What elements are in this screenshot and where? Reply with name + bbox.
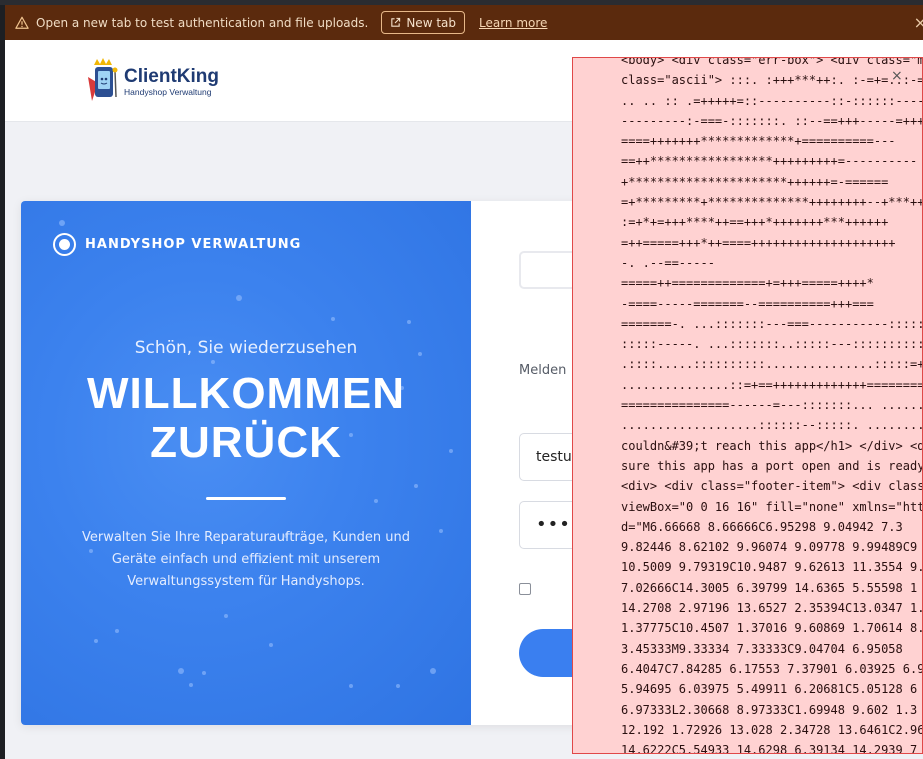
learn-more-link[interactable]: Learn more [479,16,547,30]
overlay-line: =+*********+**************++++++++--+***… [621,195,923,210]
welcome-line-2: ZURÜCK [150,418,342,467]
error-source-overlay: <body> <div class="err-box"> <div class=… [572,57,923,754]
banner-close-icon[interactable]: × [914,13,923,32]
overlay-line: sure this app has a port open and is rea… [621,458,923,473]
radio-logo-icon [53,233,76,256]
overlay-line: class="ascii"> :::. :+++***++:. :-=+=..:… [621,73,923,88]
welcome-line-1: WILLKOMMEN [87,369,405,418]
overlay-line: ---------:-===-:::::::. ::--==+++-----=+… [621,113,923,128]
logo-subtitle: Handyshop Verwaltung [124,87,212,97]
logo-title: ClientKing [124,66,219,87]
welcome-panel: HANDYSHOP VERWALTUNG Schön, Sie wiederzu… [21,201,471,725]
overlay-line: couldn&#39;t reach this app</h1> </div> … [621,438,923,453]
overlay-line: =======-. ...:::::::---===-----------:::… [621,316,923,331]
overlay-line: 6.4047C7.84285 6.17553 7.37901 6.03925 6… [621,661,923,676]
overlay-line: 5.94695 6.03975 5.49911 6.20681C5.05128 … [621,682,918,697]
overlay-line: ===============------=---:::::::... ....… [621,398,923,413]
overlay-line: 1.37775C10.4507 1.37016 9.60869 1.70614 … [621,621,923,636]
heading-divider [206,497,286,500]
overlay-line: ==++*****************+++++++++=---------… [621,154,918,169]
form-label: Melden [519,363,567,378]
new-tab-button[interactable]: New tab [381,11,465,34]
hero-brand-label: HANDYSHOP VERWALTUNG [85,237,302,252]
overlay-line: :::::-----. ...:::::::..:::::---::::::::… [621,337,922,352]
overlay-line: :=+*+=+++****++==+++*+++++++***++++++ [621,215,889,230]
overlay-line: 3.45333M9.33334 7.33333C9.04704 6.95058 [621,641,903,656]
welcome-heading: WILLKOMMEN ZURÜCK [21,369,471,467]
new-tab-label: New tab [406,15,456,30]
overlay-line: d="M6.66668 8.66666C6.95298 9.04942 7.3 [621,519,903,534]
warning-icon [15,16,29,29]
overlay-line: -. .--==----- [621,255,715,270]
hero-description: Verwalten Sie Ihre Reparaturaufträge, Ku… [81,530,410,589]
overlay-line: <body> <div class="err-box"> <div class=… [621,57,923,67]
overlay-line: ...................::::::--:::::. ......… [621,418,922,433]
overlay-line: =====++=============+=+++=====++++* [621,276,874,291]
greeting-text: Schön, Sie wiederzusehen [134,338,358,358]
king-mascot-icon [88,58,118,101]
overlay-line: 6.97333L2.30668 8.97333C1.69948 9.602 1.… [621,702,918,717]
overlay-line: 12.192 1.72926 13.028 2.34728 13.6461C2.… [621,722,923,737]
overlay-line: 9.82446 8.62102 9.96074 9.09778 9.99489C… [621,540,918,555]
overlay-line: <div> <div class="footer-item"> <div cla… [621,479,923,494]
remember-checkbox[interactable] [519,583,531,595]
overlay-line: 10.5009 9.79319C10.9487 9.62613 11.3554 … [621,560,923,575]
overlay-line: viewBox="0 0 16 16" fill="none" xmlns="h… [621,499,923,514]
logo[interactable]: ClientKing Handyshop Verwaltung [86,57,219,103]
overlay-line: -====-----=======--==========+++=== [621,296,874,311]
overlay-line: =++=====+++*++====++++++++++++++++++++ [621,235,896,250]
overlay-line: 14.2708 2.97196 13.6527 2.35394C13.0347 … [621,601,923,616]
banner-message: Open a new tab to test authentication an… [36,15,369,30]
overlay-line: ====+++++++*************+==========--- [621,134,896,149]
overlay-line: 7.02666C14.3005 6.39799 14.6365 5.55598 … [621,580,918,595]
overlay-line: 14.6222C5.54933 14.6298 6.39134 14.2939 … [621,743,918,754]
overlay-close-icon[interactable]: × [891,68,903,84]
overlay-line: .. .. :: .=+++++=::----------::-::::::--… [621,93,922,108]
overlay-line: .::::.....::::::::::...............:::::… [621,357,922,372]
overlay-line: +**********************++++++=-====== [621,174,889,189]
hero-brand: HANDYSHOP VERWALTUNG [53,233,301,256]
overlay-line: ...............::=+==+++++++++++++======… [621,377,923,392]
external-link-icon [391,17,401,27]
notification-banner: Open a new tab to test authentication an… [5,5,923,40]
overlay-source-text: <body> <div class="err-box"> <div class=… [621,57,923,754]
